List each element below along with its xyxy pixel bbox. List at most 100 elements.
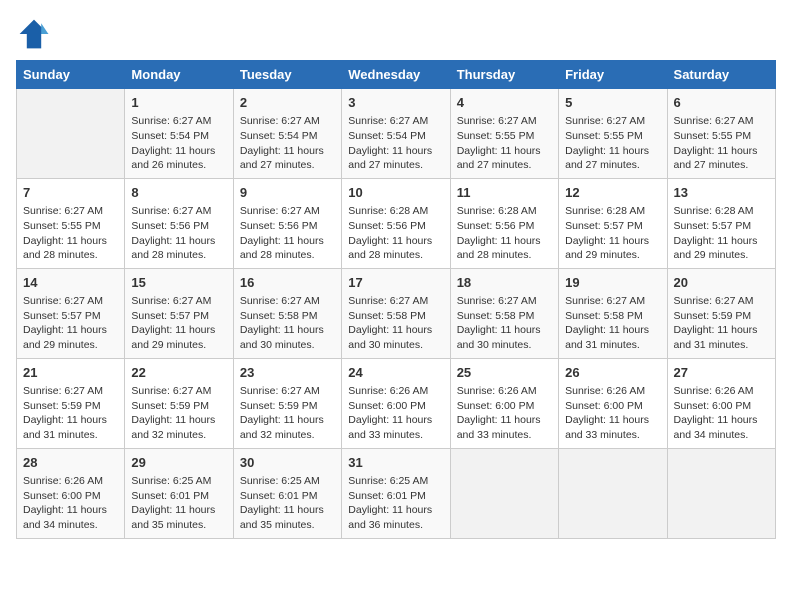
day-number: 21 [23, 364, 118, 382]
calendar-cell: 28 Sunrise: 6:26 AMSunset: 6:00 PMDayligh… [17, 448, 125, 538]
day-number: 6 [674, 94, 769, 112]
day-info: Sunrise: 6:27 AMSunset: 5:58 PMDaylight:… [348, 294, 443, 353]
day-info: Sunrise: 6:27 AMSunset: 5:59 PMDaylight:… [240, 384, 335, 443]
calendar-cell: 2 Sunrise: 6:27 AMSunset: 5:54 PMDaylight… [233, 89, 341, 179]
header-cell-friday: Friday [559, 61, 667, 89]
day-info: Sunrise: 6:27 AMSunset: 5:54 PMDaylight:… [131, 114, 226, 173]
calendar-cell: 1 Sunrise: 6:27 AMSunset: 5:54 PMDaylight… [125, 89, 233, 179]
day-info: Sunrise: 6:25 AMSunset: 6:01 PMDaylight:… [131, 474, 226, 533]
day-number: 19 [565, 274, 660, 292]
day-number: 29 [131, 454, 226, 472]
day-number: 12 [565, 184, 660, 202]
header-cell-saturday: Saturday [667, 61, 775, 89]
calendar-cell: 6 Sunrise: 6:27 AMSunset: 5:55 PMDaylight… [667, 89, 775, 179]
calendar-cell: 17Sunrise: 6:27 AMSunset: 5:58 PMDayligh… [342, 268, 450, 358]
calendar-cell: 3 Sunrise: 6:27 AMSunset: 5:54 PMDaylight… [342, 89, 450, 179]
page-header [16, 16, 776, 52]
day-info: Sunrise: 6:27 AMSunset: 5:55 PMDaylight:… [674, 114, 769, 173]
day-number: 15 [131, 274, 226, 292]
day-info: Sunrise: 6:28 AMSunset: 5:56 PMDaylight:… [348, 204, 443, 263]
calendar-cell: 23 Sunrise: 6:27 AMSunset: 5:59 PMDayligh… [233, 358, 341, 448]
calendar-cell: 11 Sunrise: 6:28 AMSunset: 5:56 PMDayligh… [450, 178, 558, 268]
day-info: Sunrise: 6:27 AMSunset: 5:59 PMDaylight:… [23, 384, 118, 443]
day-info: Sunrise: 6:27 AMSunset: 5:54 PMDaylight:… [348, 114, 443, 173]
day-info: Sunrise: 6:26 AMSunset: 6:00 PMDaylight:… [348, 384, 443, 443]
day-number: 16 [240, 274, 335, 292]
day-info: Sunrise: 6:27 AMSunset: 5:58 PMDaylight:… [240, 294, 335, 353]
day-number: 28 [23, 454, 118, 472]
calendar-cell: 15 Sunrise: 6:27 AMSunset: 5:57 PMDayligh… [125, 268, 233, 358]
week-row-1: 1 Sunrise: 6:27 AMSunset: 5:54 PMDaylight… [17, 89, 776, 179]
day-info: Sunrise: 6:27 AMSunset: 5:55 PMDaylight:… [457, 114, 552, 173]
day-number: 5 [565, 94, 660, 112]
calendar-cell: 29 Sunrise: 6:25 AMSunset: 6:01 PMDayligh… [125, 448, 233, 538]
logo-icon [16, 16, 52, 52]
calendar-table: SundayMondayTuesdayWednesdayThursdayFrid… [16, 60, 776, 539]
day-info: Sunrise: 6:27 AMSunset: 5:55 PMDaylight:… [565, 114, 660, 173]
week-row-2: 7Sunrise: 6:27 AMSunset: 5:55 PMDaylight… [17, 178, 776, 268]
calendar-cell: 12 Sunrise: 6:28 AMSunset: 5:57 PMDayligh… [559, 178, 667, 268]
calendar-cell: 4 Sunrise: 6:27 AMSunset: 5:55 PMDaylight… [450, 89, 558, 179]
day-info: Sunrise: 6:27 AMSunset: 5:57 PMDaylight:… [131, 294, 226, 353]
day-number: 1 [131, 94, 226, 112]
day-info: Sunrise: 6:25 AMSunset: 6:01 PMDaylight:… [348, 474, 443, 533]
calendar-cell: 19 Sunrise: 6:27 AMSunset: 5:58 PMDayligh… [559, 268, 667, 358]
calendar-header: SundayMondayTuesdayWednesdayThursdayFrid… [17, 61, 776, 89]
day-number: 14 [23, 274, 118, 292]
calendar-cell: 26 Sunrise: 6:26 AMSunset: 6:00 PMDayligh… [559, 358, 667, 448]
day-info: Sunrise: 6:28 AMSunset: 5:57 PMDaylight:… [565, 204, 660, 263]
day-info: Sunrise: 6:27 AMSunset: 5:54 PMDaylight:… [240, 114, 335, 173]
calendar-cell: 5 Sunrise: 6:27 AMSunset: 5:55 PMDaylight… [559, 89, 667, 179]
calendar-cell [450, 448, 558, 538]
calendar-cell: 7Sunrise: 6:27 AMSunset: 5:55 PMDaylight… [17, 178, 125, 268]
day-info: Sunrise: 6:28 AMSunset: 5:56 PMDaylight:… [457, 204, 552, 263]
day-number: 4 [457, 94, 552, 112]
calendar-cell [559, 448, 667, 538]
day-number: 23 [240, 364, 335, 382]
day-number: 26 [565, 364, 660, 382]
day-number: 9 [240, 184, 335, 202]
calendar-cell: 20 Sunrise: 6:27 AMSunset: 5:59 PMDayligh… [667, 268, 775, 358]
day-info: Sunrise: 6:26 AMSunset: 6:00 PMDaylight:… [457, 384, 552, 443]
calendar-cell: 21 Sunrise: 6:27 AMSunset: 5:59 PMDayligh… [17, 358, 125, 448]
header-cell-thursday: Thursday [450, 61, 558, 89]
header-cell-tuesday: Tuesday [233, 61, 341, 89]
header-row: SundayMondayTuesdayWednesdayThursdayFrid… [17, 61, 776, 89]
day-info: Sunrise: 6:27 AMSunset: 5:59 PMDaylight:… [131, 384, 226, 443]
day-info: Sunrise: 6:27 AMSunset: 5:59 PMDaylight:… [674, 294, 769, 353]
calendar-cell: 30Sunrise: 6:25 AMSunset: 6:01 PMDayligh… [233, 448, 341, 538]
calendar-cell [17, 89, 125, 179]
day-number: 31 [348, 454, 443, 472]
week-row-3: 14 Sunrise: 6:27 AMSunset: 5:57 PMDayligh… [17, 268, 776, 358]
calendar-cell: 13Sunrise: 6:28 AMSunset: 5:57 PMDayligh… [667, 178, 775, 268]
day-number: 3 [348, 94, 443, 112]
day-info: Sunrise: 6:27 AMSunset: 5:55 PMDaylight:… [23, 204, 118, 263]
day-number: 8 [131, 184, 226, 202]
calendar-cell: 24 Sunrise: 6:26 AMSunset: 6:00 PMDayligh… [342, 358, 450, 448]
calendar-cell: 27 Sunrise: 6:26 AMSunset: 6:00 PMDayligh… [667, 358, 775, 448]
calendar-cell: 31 Sunrise: 6:25 AMSunset: 6:01 PMDayligh… [342, 448, 450, 538]
day-number: 18 [457, 274, 552, 292]
header-cell-monday: Monday [125, 61, 233, 89]
day-info: Sunrise: 6:28 AMSunset: 5:57 PMDaylight:… [674, 204, 769, 263]
day-number: 2 [240, 94, 335, 112]
day-number: 27 [674, 364, 769, 382]
calendar-cell: 10Sunrise: 6:28 AMSunset: 5:56 PMDayligh… [342, 178, 450, 268]
day-info: Sunrise: 6:27 AMSunset: 5:58 PMDaylight:… [565, 294, 660, 353]
day-info: Sunrise: 6:26 AMSunset: 6:00 PMDaylight:… [565, 384, 660, 443]
day-info: Sunrise: 6:26 AMSunset: 6:00 PMDaylight:… [674, 384, 769, 443]
calendar-cell: 9 Sunrise: 6:27 AMSunset: 5:56 PMDaylight… [233, 178, 341, 268]
day-number: 25 [457, 364, 552, 382]
day-number: 22 [131, 364, 226, 382]
day-number: 11 [457, 184, 552, 202]
calendar-cell: 16 Sunrise: 6:27 AMSunset: 5:58 PMDayligh… [233, 268, 341, 358]
calendar-cell: 8Sunrise: 6:27 AMSunset: 5:56 PMDaylight… [125, 178, 233, 268]
logo [16, 16, 56, 52]
calendar-cell: 22 Sunrise: 6:27 AMSunset: 5:59 PMDayligh… [125, 358, 233, 448]
day-info: Sunrise: 6:27 AMSunset: 5:56 PMDaylight:… [240, 204, 335, 263]
day-number: 24 [348, 364, 443, 382]
calendar-body: 1 Sunrise: 6:27 AMSunset: 5:54 PMDaylight… [17, 89, 776, 539]
day-info: Sunrise: 6:26 AMSunset: 6:00 PMDaylight:… [23, 474, 118, 533]
day-number: 20 [674, 274, 769, 292]
header-cell-sunday: Sunday [17, 61, 125, 89]
